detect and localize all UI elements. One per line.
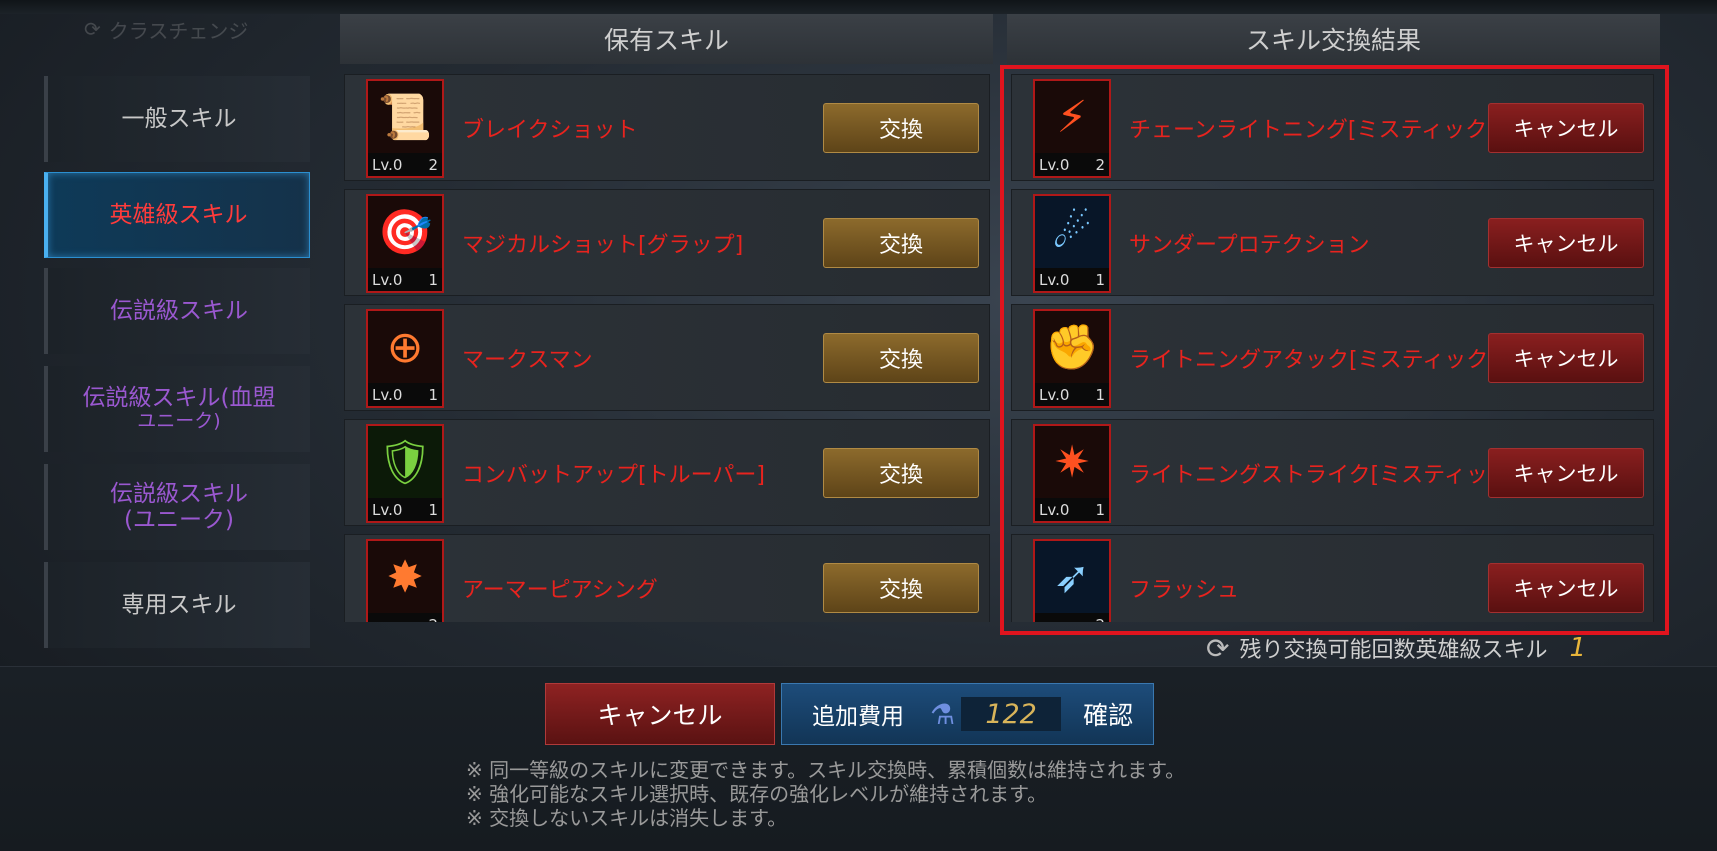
sidebar-item-legend-unique[interactable]: 伝説級スキル (ユニーク) — [44, 464, 310, 550]
skill-name: マジカルショット[グラップ] — [462, 232, 744, 258]
exchange-result-list[interactable]: ⚡ Lv.0 2 チェーンライトニング[ミスティック] キャンセル ☄ Lv.0 1… — [1011, 74, 1654, 622]
thunder-protection-icon: ☄ Lv.0 1 — [1033, 194, 1111, 293]
exchange-result-title: スキル交換結果 — [1245, 26, 1421, 55]
skill-count: 1 — [428, 385, 438, 404]
skill-level: Lv.0 — [372, 385, 403, 404]
skill-count: 2 — [428, 155, 438, 174]
skill-count: 1 — [1095, 500, 1105, 519]
owned-skills-list[interactable]: 📜 Lv.0 2 ブレイクショット 交換 🎯 Lv.0 1 マジカルショット[グラッ… — [344, 74, 990, 622]
skill-name: ライトニングアタック[ミスティック] — [1129, 347, 1497, 373]
result-skill-row: ⚡ Lv.0 2 チェーンライトニング[ミスティック] キャンセル — [1011, 74, 1654, 181]
exchange-button[interactable]: 交換 — [823, 218, 979, 268]
potion-icon: ⚗ — [930, 697, 956, 731]
lightning-strike-icon: ✷ Lv.0 1 — [1033, 424, 1111, 523]
sidebar-item-label: 伝説級スキル(血盟 — [82, 384, 276, 411]
skill-count: 1 — [1095, 270, 1105, 289]
confirm-button[interactable]: 追加費用 ⚗ 122 確認 — [781, 683, 1154, 745]
exchange-button[interactable]: 交換 — [823, 563, 979, 613]
skill-count: 2 — [428, 616, 438, 623]
refresh-icon: ⟳ — [1206, 631, 1230, 665]
exchange-button[interactable]: 交換 — [823, 103, 979, 153]
sidebar-item-general[interactable]: 一般スキル — [44, 76, 310, 162]
sidebar-item-exclusive[interactable]: 専用スキル — [44, 562, 310, 648]
skill-name: ブレイクショット — [462, 117, 638, 143]
notes: ※ 同一等級のスキルに変更できます。スキル交換時、累積個数は維持されます。 ※ … — [466, 758, 1185, 830]
class-change-tab[interactable]: ⟳ クラスチェンジ — [84, 14, 248, 44]
cost-value: 122 — [961, 697, 1062, 731]
extra-cost-label: 追加費用 — [812, 704, 904, 730]
skill-name: サンダープロテクション — [1129, 232, 1370, 258]
skill-name: アーマーピアシング — [462, 577, 658, 603]
crosshair-bullet-icon: ⊕ Lv.0 1 — [366, 309, 444, 408]
note-line: ※ 同一等級のスキルに変更できます。スキル交換時、累積個数は維持されます。 — [466, 758, 1186, 782]
remaining-exchanges: ⟳ 残り交換可能回数英雄級スキル 1 — [1206, 628, 1586, 668]
flash-icon: ➶ 2 — [1033, 539, 1111, 622]
owned-skill-row: 🎯 Lv.0 1 マジカルショット[グラップ] 交換 — [344, 189, 990, 296]
sidebar-item-label: 一般スキル — [121, 105, 237, 132]
skill-level: Lv.0 — [1039, 270, 1070, 289]
skill-level: Lv.0 — [372, 270, 403, 289]
shield-pierce-icon: ✸ 2 — [366, 539, 444, 622]
skill-level: Lv.0 — [1039, 385, 1070, 404]
exchange-button[interactable]: 交換 — [823, 448, 979, 498]
cancel-exchange-button[interactable]: キャンセル — [1488, 333, 1644, 383]
skill-level: Lv.0 — [1039, 155, 1070, 174]
sidebar-item-legend[interactable]: 伝説級スキル — [44, 268, 310, 354]
cancel-exchange-button[interactable]: キャンセル — [1488, 218, 1644, 268]
exchange-button[interactable]: 交換 — [823, 333, 979, 383]
skill-level: Lv.0 — [1039, 500, 1070, 519]
confirm-label: 確認 — [1083, 701, 1134, 730]
skill-count: 1 — [1095, 385, 1105, 404]
chain-lightning-icon: ⚡ Lv.0 2 — [1033, 79, 1111, 178]
result-skill-row: ✷ Lv.0 1 ライトニングストライク[ミスティック] キャンセル — [1011, 419, 1654, 526]
cancel-exchange-button[interactable]: キャンセル — [1488, 448, 1644, 498]
lightning-fist-icon: ✊ Lv.0 1 — [1033, 309, 1111, 408]
remaining-count: 1 — [1569, 633, 1587, 663]
owned-skills-header: 保有スキル — [340, 14, 993, 64]
sidebar-item-label: 専用スキル — [121, 591, 237, 618]
scroll-burst-icon: 📜 Lv.0 2 — [366, 79, 444, 178]
skill-level: Lv.0 — [372, 155, 403, 174]
sidebar-item-legend-clan-unique[interactable]: 伝説級スキル(血盟 ユニーク) — [44, 366, 310, 452]
result-skill-row: ✊ Lv.0 1 ライトニングアタック[ミスティック] キャンセル — [1011, 304, 1654, 411]
owned-skill-row: 📜 Lv.0 2 ブレイクショット 交換 — [344, 74, 990, 181]
owned-skill-row: ✸ 2 アーマーピアシング 交換 — [344, 534, 990, 622]
refresh-icon: ⟳ — [84, 17, 101, 41]
skill-count: 2 — [1095, 616, 1105, 623]
cancel-exchange-button[interactable]: キャンセル — [1488, 103, 1644, 153]
armor-icon: 🛡 Lv.0 1 — [366, 424, 444, 523]
skill-name: フラッシュ — [1129, 577, 1240, 603]
cancel-exchange-button[interactable]: キャンセル — [1488, 563, 1644, 613]
remaining-label: 残り交換可能回数英雄級スキル — [1239, 638, 1548, 663]
sidebar-item-label: (ユニーク) — [124, 507, 234, 533]
scroll-target-icon: 🎯 Lv.0 1 — [366, 194, 444, 293]
owned-skill-row: ⊕ Lv.0 1 マークスマン 交換 — [344, 304, 990, 411]
cancel-button[interactable]: キャンセル — [545, 683, 775, 745]
sidebar-item-label: ユニーク) — [137, 410, 221, 433]
skill-count: 2 — [1095, 155, 1105, 174]
result-skill-row: ☄ Lv.0 1 サンダープロテクション キャンセル — [1011, 189, 1654, 296]
sidebar-item-label: 英雄級スキル — [109, 201, 248, 228]
skill-level: Lv.0 — [372, 500, 403, 519]
skill-name: マークスマン — [462, 347, 593, 373]
sidebar-item-label: 伝説級スキル — [110, 297, 248, 324]
skill-name: ライトニングストライク[ミスティック] — [1129, 462, 1519, 488]
note-line: ※ 交換しないスキルは消失します。 — [466, 806, 788, 830]
skill-count: 1 — [428, 270, 438, 289]
skill-count: 1 — [428, 500, 438, 519]
note-line: ※ 強化可能なスキル選択時、既存の強化レベルが維持されます。 — [466, 782, 1048, 806]
sidebar-item-label: 伝説級スキル — [110, 480, 248, 507]
skill-name: チェーンライトニング[ミスティック] — [1129, 117, 1496, 143]
top-bar — [0, 0, 1717, 14]
skill-name: コンバットアップ[トルーパー] — [462, 462, 765, 488]
result-skill-row: ➶ 2 フラッシュ キャンセル — [1011, 534, 1654, 622]
class-change-label: クラスチェンジ — [108, 18, 249, 43]
sidebar-item-hero[interactable]: 英雄級スキル — [44, 172, 310, 258]
owned-skills-title: 保有スキル — [603, 26, 729, 55]
exchange-result-header: スキル交換結果 — [1007, 14, 1660, 64]
owned-skill-row: 🛡 Lv.0 1 コンバットアップ[トルーパー] 交換 — [344, 419, 990, 526]
